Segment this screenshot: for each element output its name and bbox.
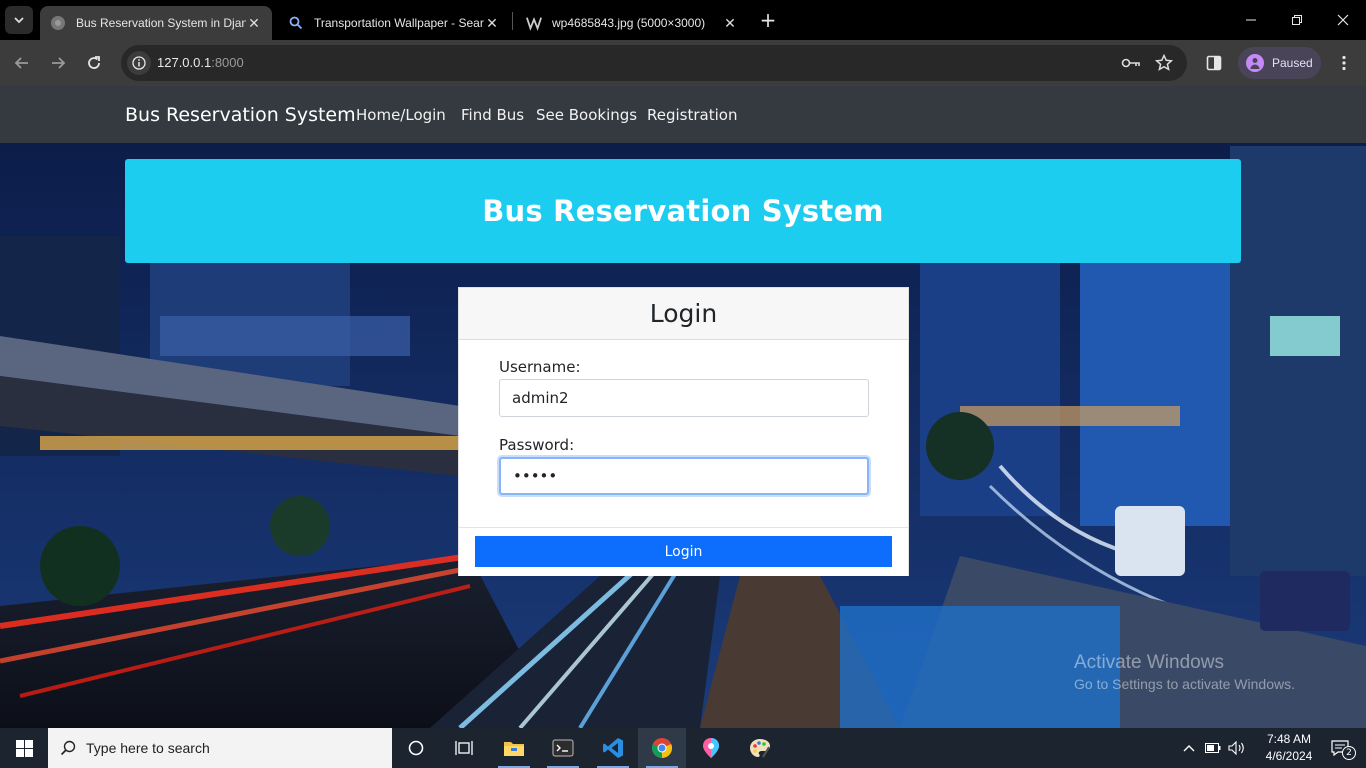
activate-windows-title: Activate Windows [1074,652,1224,673]
new-tab-button[interactable]: + [757,8,779,32]
maps-app-button[interactable] [687,728,735,768]
taskbar-search-box[interactable]: Type here to search [48,728,392,768]
vscode-icon [603,738,623,758]
tab-separator [512,12,513,30]
tab-search-menu-button[interactable] [5,6,33,34]
restore-icon [1292,15,1302,25]
terminal-icon [552,739,574,757]
url-port: :8000 [211,55,244,70]
clock-time: 7:48 AM [1266,732,1312,746]
battery-icon [1205,743,1221,753]
forward-button[interactable] [45,50,71,76]
nav-home-login[interactable]: Home/Login [356,106,446,124]
arrow-right-icon [52,57,66,69]
start-button[interactable] [0,728,48,768]
windows-logo-icon [15,739,33,757]
w-logo-icon [526,15,542,31]
browser-tab-bar: Bus Reservation System in Django ✕ Trans… [0,0,1366,40]
username-input[interactable] [499,379,869,417]
close-icon[interactable]: ✕ [722,15,738,32]
close-window-button[interactable] [1320,0,1366,40]
search-icon [60,740,76,756]
banner-title: Bus Reservation System [482,194,884,228]
tab-title: Bus Reservation System in Django [76,16,246,30]
activate-windows-subtitle: Go to Settings to activate Windows. [1074,676,1295,692]
close-icon[interactable]: ✕ [246,15,262,32]
password-input[interactable] [499,457,869,495]
chrome-icon [651,738,673,759]
notification-badge: 2 [1342,746,1356,760]
cortana-circle-icon [408,740,424,756]
globe-icon [50,15,66,31]
windows-taskbar: Type here to search 7:48 AM 4/6/2024 2 [0,728,1366,768]
more-options-icon[interactable] [1334,53,1354,73]
paint-app-button[interactable] [736,728,784,768]
file-explorer-button[interactable] [490,728,538,768]
task-view-icon [455,741,473,755]
restore-button[interactable] [1274,0,1320,40]
address-bar[interactable]: 127.0.0.1:8000 [121,45,1187,81]
tab-title: Transportation Wallpaper - Search [314,16,484,30]
tab-title: wp4685843.jpg (5000×3000) [552,16,706,30]
clock-date: 4/6/2024 [1265,749,1313,763]
login-card-footer: Login [459,527,908,576]
show-hidden-icons-button[interactable] [1178,728,1200,768]
side-panel-icon[interactable] [1204,53,1224,73]
chrome-button[interactable] [638,728,686,768]
login-card: Login Username: Password: Login [458,287,909,576]
profile-status: Paused [1272,56,1313,70]
site-navbar: Bus Reservation System Home/Login Find B… [0,86,1366,143]
reload-button[interactable] [81,50,107,76]
site-brand[interactable]: Bus Reservation System [125,104,356,126]
site-info-icon[interactable] [127,51,151,75]
minimize-button[interactable] [1228,0,1274,40]
avatar [1246,54,1264,72]
reload-icon [88,56,100,69]
task-view-button[interactable] [440,728,488,768]
chevron-down-icon [14,17,24,24]
cortana-button[interactable] [392,728,440,768]
star-icon[interactable] [1154,53,1174,73]
map-pin-icon [703,738,719,758]
vscode-button[interactable] [589,728,637,768]
username-label: Username: [499,358,581,376]
nav-find-bus[interactable]: Find Bus [461,106,524,124]
notification-center-button[interactable]: 2 [1320,728,1360,768]
speaker-icon [1228,741,1244,755]
profile-button[interactable]: Paused [1238,47,1321,79]
nav-registration[interactable]: Registration [647,106,737,124]
login-card-header: Login [459,288,908,340]
tab-transportation-wallpaper[interactable]: Transportation Wallpaper - Search ✕ [278,6,510,40]
taskbar-clock[interactable]: 7:48 AM 4/6/2024 [1254,731,1324,765]
key-icon[interactable] [1121,53,1141,73]
url-text: 127.0.0.1:8000 [157,55,244,70]
tab-bus-reservation[interactable]: Bus Reservation System in Django ✕ [40,6,272,40]
page-viewport: Bus Reservation System Home/Login Find B… [0,86,1366,728]
chevron-up-icon [1183,745,1195,752]
close-icon[interactable]: ✕ [484,15,500,32]
volume-button[interactable] [1226,728,1248,768]
tab-wallpaper-image[interactable]: wp4685843.jpg (5000×3000) ✕ [516,6,748,40]
login-title: Login [649,299,718,328]
folder-icon [504,742,524,756]
search-icon [288,15,304,31]
url-host: 127.0.0.1 [157,55,212,70]
back-button[interactable] [9,50,35,76]
terminal-button[interactable] [539,728,587,768]
hero-banner: Bus Reservation System [125,159,1241,263]
paint-palette-icon [750,739,770,758]
minimize-icon [1246,19,1256,21]
nav-see-bookings[interactable]: See Bookings [536,106,637,124]
browser-toolbar: 127.0.0.1:8000 Paused [0,40,1366,86]
arrow-left-icon [14,57,28,69]
close-icon [1337,14,1349,26]
login-button[interactable]: Login [475,536,892,567]
battery-button[interactable] [1202,728,1224,768]
password-label: Password: [499,436,575,454]
search-placeholder: Type here to search [86,740,210,756]
